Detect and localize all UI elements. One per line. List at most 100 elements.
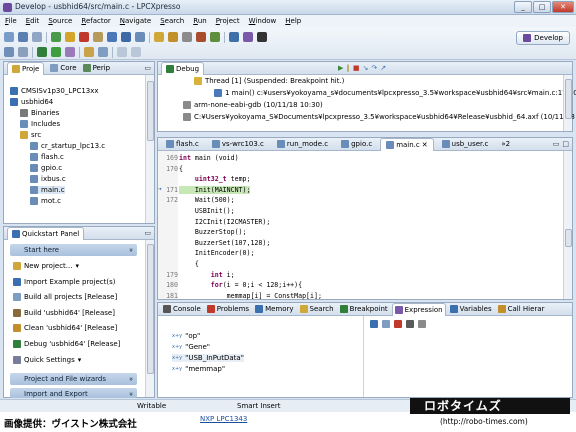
run-icon[interactable] bbox=[51, 47, 61, 57]
minimize-view-button[interactable]: ▭ bbox=[144, 64, 151, 72]
menu-source[interactable]: Source bbox=[48, 15, 72, 27]
menu-run[interactable]: Run bbox=[193, 15, 206, 27]
minimize-view-button[interactable]: ▭ bbox=[553, 140, 560, 148]
tab-editor-file[interactable]: main.c ✕ bbox=[380, 137, 434, 151]
close-button[interactable]: ✕ bbox=[552, 1, 574, 13]
external-tools-icon[interactable] bbox=[65, 47, 75, 57]
section-import-export[interactable]: Import and Export bbox=[10, 388, 137, 398]
debug-gdb-row[interactable]: arm-none-eabi-gdb (10/11/18 10:30) bbox=[183, 101, 323, 109]
maximize-view-button[interactable]: □ bbox=[562, 140, 569, 148]
project-tree-item[interactable]: mot.c bbox=[30, 197, 61, 205]
tab-editor-file[interactable]: vs-wrc103.c bbox=[207, 140, 269, 148]
open-file-icon[interactable] bbox=[168, 32, 178, 42]
debug-axf-row[interactable]: C:¥Users¥yokoyama_S¥Documents¥lpcxpresso… bbox=[183, 113, 576, 121]
new-icon[interactable] bbox=[4, 32, 14, 42]
tab-core[interactable]: Core bbox=[50, 64, 77, 72]
editor-scrollbar[interactable] bbox=[563, 151, 572, 299]
tab-call-hierar[interactable]: Call Hierar bbox=[496, 305, 547, 313]
quickstart-item[interactable]: Build 'usbhid64' [Release] bbox=[13, 308, 115, 317]
menu-search[interactable]: Search bbox=[160, 15, 184, 27]
flash-icon[interactable] bbox=[182, 32, 192, 42]
step-return-icon[interactable]: ↗ bbox=[380, 64, 386, 72]
tab-editor-file[interactable]: usb_user.c bbox=[437, 140, 494, 148]
save-icon[interactable] bbox=[18, 32, 28, 42]
tab-breakpoint[interactable]: Breakpoint bbox=[338, 305, 390, 313]
tab-problems[interactable]: Problems bbox=[205, 305, 251, 313]
debug-scrollbar[interactable] bbox=[563, 75, 572, 131]
expression-item[interactable]: x+y "USB_InPutData" bbox=[172, 354, 244, 362]
scroll-thumb[interactable] bbox=[147, 81, 154, 141]
menu-refactor[interactable]: Refactor bbox=[81, 15, 110, 27]
tab-expression[interactable]: Expression bbox=[391, 302, 446, 316]
project-tree-item[interactable]: ixbus.c bbox=[30, 175, 66, 183]
quickstart-scrollbar[interactable] bbox=[145, 240, 154, 397]
debug-icon[interactable] bbox=[37, 47, 47, 57]
open-folder-icon[interactable] bbox=[154, 32, 164, 42]
save-all-icon[interactable] bbox=[32, 32, 42, 42]
new-project-icon[interactable] bbox=[4, 47, 14, 57]
quickstart-item[interactable]: Build all projects [Release] bbox=[13, 293, 117, 302]
quickstart-item[interactable]: New project... ▾ bbox=[13, 262, 79, 270]
build-icon[interactable] bbox=[18, 47, 28, 57]
project-tree-item[interactable]: cr_startup_lpc13.c bbox=[30, 142, 105, 150]
suspend-icon[interactable] bbox=[65, 32, 75, 42]
search-icon[interactable] bbox=[98, 47, 108, 57]
project-scrollbar[interactable] bbox=[145, 75, 154, 223]
resume-icon[interactable] bbox=[51, 32, 61, 42]
menu-help[interactable]: Help bbox=[285, 15, 301, 27]
project-tree-item[interactable]: Binaries bbox=[20, 109, 59, 117]
terminate-icon[interactable] bbox=[79, 32, 89, 42]
quickstart-item[interactable]: Import Example project(s) bbox=[13, 277, 115, 286]
minimize-view-button[interactable]: ▭ bbox=[144, 229, 151, 237]
section-start-here[interactable]: Start here bbox=[10, 244, 137, 256]
tab-peripherals[interactable]: Perip bbox=[82, 64, 110, 72]
scroll-thumb[interactable] bbox=[147, 244, 154, 374]
scroll-thumb[interactable] bbox=[565, 229, 572, 247]
terminate-icon[interactable]: ■ bbox=[353, 64, 360, 72]
chevron-down-icon[interactable]: ▾ bbox=[78, 356, 82, 364]
step-return-icon[interactable] bbox=[135, 32, 145, 42]
remove-expression-icon[interactable] bbox=[394, 320, 402, 328]
project-tree-item[interactable]: gpio.c bbox=[30, 164, 62, 172]
debug-config-icon[interactable] bbox=[229, 32, 239, 42]
maximize-button[interactable]: □ bbox=[533, 1, 551, 13]
disconnect-icon[interactable] bbox=[93, 32, 103, 42]
menu-edit[interactable]: Edit bbox=[26, 15, 40, 27]
target-icon[interactable] bbox=[210, 32, 220, 42]
tab-project[interactable]: Proje bbox=[7, 61, 45, 75]
tab-memory[interactable]: Memory bbox=[253, 305, 295, 313]
debug-frame-row[interactable]: 1 main() c:¥users¥yokoyama_s¥documents¥l… bbox=[214, 89, 576, 97]
collapse-all-icon[interactable] bbox=[382, 320, 390, 328]
tab-editor-file[interactable]: gpio.c bbox=[336, 140, 377, 148]
gear-icon[interactable] bbox=[243, 32, 253, 42]
tab-editor-file[interactable]: »2 bbox=[496, 140, 515, 148]
forward-arrow-icon[interactable] bbox=[131, 47, 141, 57]
quickstart-item[interactable]: Clean 'usbhid64' [Release] bbox=[13, 324, 117, 333]
suspend-icon[interactable]: ‖ bbox=[346, 64, 350, 72]
expression-item[interactable]: x+y "memmap" bbox=[172, 365, 225, 373]
open-type-icon[interactable] bbox=[84, 47, 94, 57]
expression-item[interactable]: x+y "op" bbox=[172, 332, 200, 340]
tab-search[interactable]: Search bbox=[298, 305, 336, 313]
remove-all-icon[interactable] bbox=[406, 320, 414, 328]
close-icon[interactable]: ✕ bbox=[422, 141, 428, 149]
back-arrow-icon[interactable] bbox=[117, 47, 127, 57]
project-tree-item[interactable]: CMSISv1p30_LPC13xx bbox=[10, 87, 99, 95]
section-project-wizards[interactable]: Project and File wizards bbox=[10, 373, 137, 385]
menu-window[interactable]: Window bbox=[249, 15, 277, 27]
scroll-thumb[interactable] bbox=[565, 79, 572, 119]
project-tree-item[interactable]: usbhid64 bbox=[10, 98, 53, 106]
tab-quickstart[interactable]: Quickstart Panel bbox=[7, 226, 85, 240]
minimize-button[interactable]: _ bbox=[514, 1, 532, 13]
menu-navigate[interactable]: Navigate bbox=[120, 15, 151, 27]
quickstart-item[interactable]: Debug 'usbhid64' [Release] bbox=[13, 340, 120, 348]
project-tree-item[interactable]: main.c bbox=[30, 186, 65, 194]
project-tree-item[interactable]: src bbox=[20, 131, 41, 139]
chip-icon[interactable] bbox=[257, 32, 267, 42]
project-tree-item[interactable]: flash.c bbox=[30, 153, 64, 161]
tab-debug[interactable]: Debug bbox=[161, 61, 205, 75]
code-area[interactable]: 169int main (void) 170{ uint32_t temp; 171… bbox=[158, 151, 563, 300]
resume-icon[interactable]: ▶ bbox=[338, 64, 343, 72]
tab-editor-file[interactable]: flash.c bbox=[161, 140, 204, 148]
step-over-icon[interactable] bbox=[121, 32, 131, 42]
